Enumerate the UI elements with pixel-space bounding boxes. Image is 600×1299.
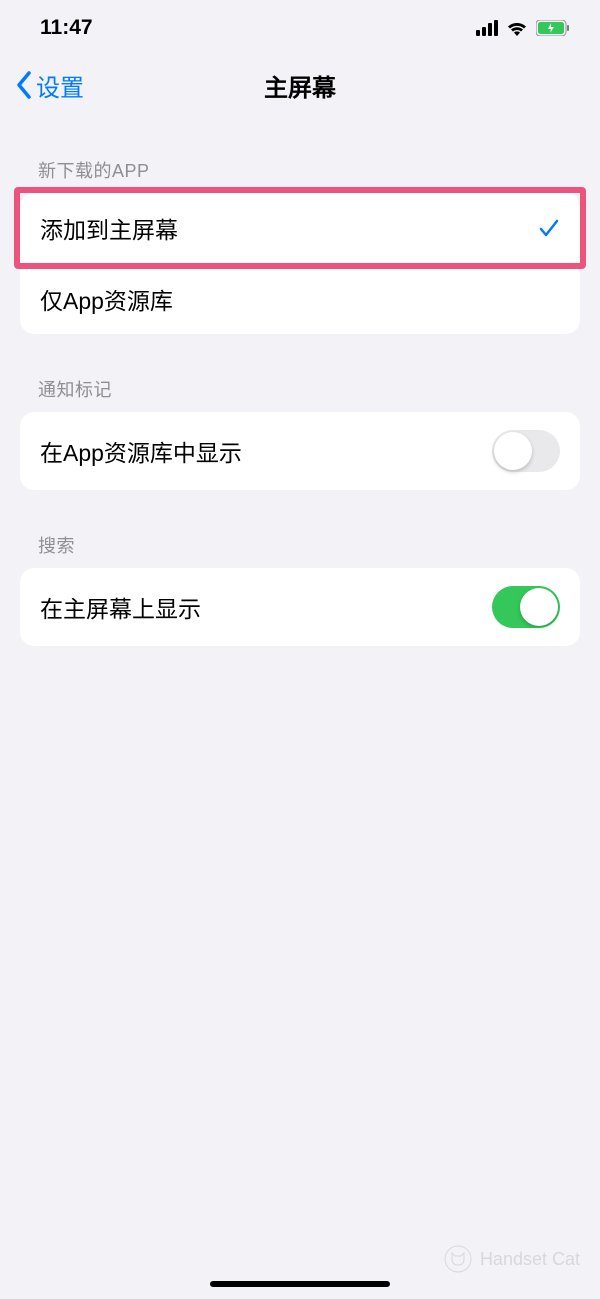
option-app-library-only[interactable]: 仅App资源库 — [20, 263, 580, 334]
status-time: 11:47 — [40, 16, 93, 40]
notification-badges-group: 在App资源库中显示 — [20, 412, 580, 490]
status-bar: 11:47 — [0, 0, 600, 55]
content-area: 新下载的APP 添加到主屏幕 仅App资源库 通知标记 在App资源库中显示 搜… — [0, 115, 600, 646]
battery-charging-icon — [536, 20, 570, 36]
section-header-search: 搜索 — [20, 490, 580, 568]
section-header-new-downloads: 新下载的APP — [20, 115, 580, 193]
page-title: 主屏幕 — [264, 68, 336, 103]
new-downloads-group: 添加到主屏幕 仅App资源库 — [20, 193, 580, 334]
search-group: 在主屏幕上显示 — [20, 568, 580, 646]
wifi-icon — [506, 20, 528, 36]
toggle-show-on-home[interactable] — [492, 586, 560, 628]
switch-knob — [494, 432, 532, 470]
row-label: 在App资源库中显示 — [40, 434, 242, 468]
row-show-on-home: 在主屏幕上显示 — [20, 568, 580, 646]
section-header-notification-badges: 通知标记 — [20, 334, 580, 412]
row-show-in-library: 在App资源库中显示 — [20, 412, 580, 490]
watermark-text: Handset Cat — [480, 1249, 580, 1270]
switch-knob — [520, 588, 558, 626]
row-label: 在主屏幕上显示 — [40, 590, 201, 624]
toggle-show-in-library[interactable] — [492, 430, 560, 472]
watermark-logo-icon — [444, 1245, 472, 1273]
nav-bar: 设置 主屏幕 — [0, 55, 600, 115]
status-icons — [476, 20, 570, 36]
option-add-to-home[interactable]: 添加到主屏幕 — [20, 193, 580, 263]
checkmark-icon — [538, 217, 560, 239]
home-indicator[interactable] — [210, 1281, 390, 1287]
cellular-signal-icon — [476, 20, 498, 36]
option-label: 添加到主屏幕 — [40, 211, 178, 245]
watermark: Handset Cat — [444, 1245, 580, 1273]
option-label: 仅App资源库 — [40, 282, 173, 316]
back-label: 设置 — [36, 68, 84, 103]
chevron-left-icon — [16, 71, 32, 99]
back-button[interactable]: 设置 — [16, 68, 84, 103]
